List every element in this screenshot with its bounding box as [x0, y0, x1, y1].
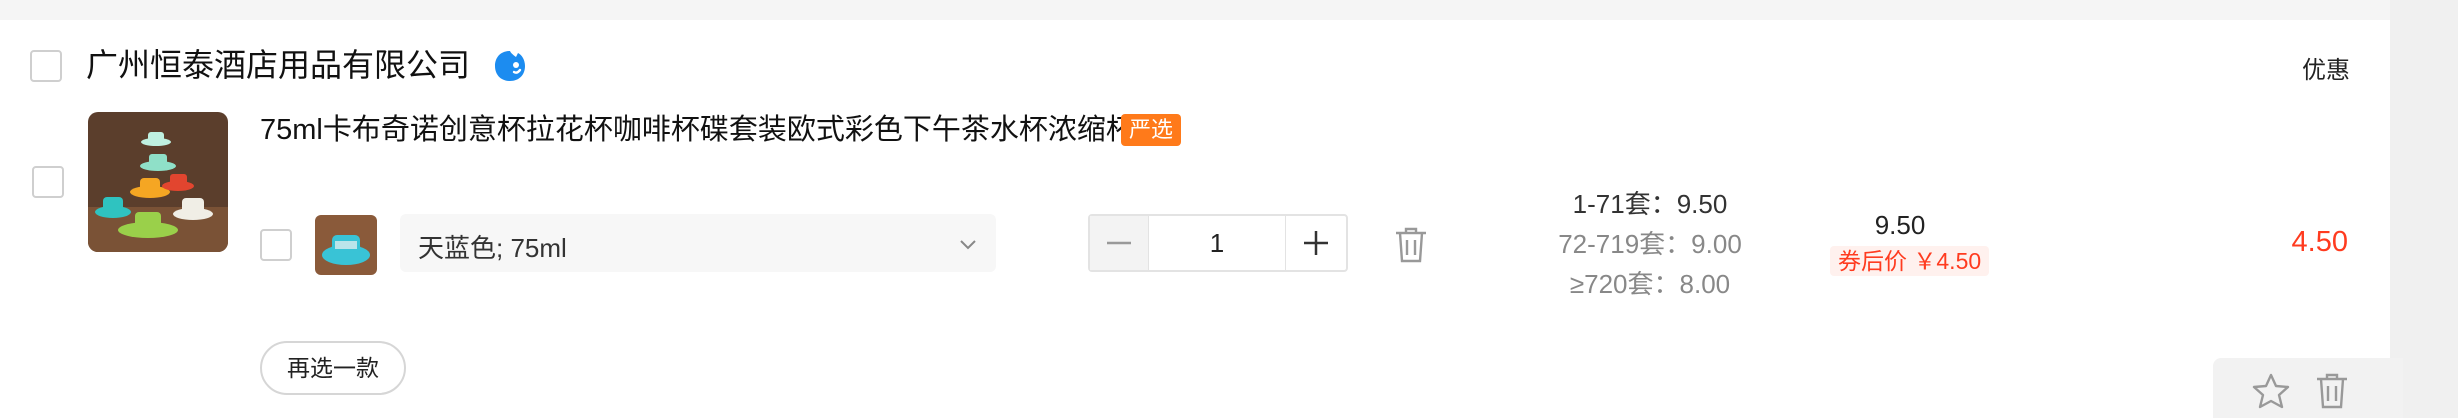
top-divider-strip	[0, 0, 2390, 20]
quantity-stepper[interactable]: 1	[1088, 214, 1348, 272]
chevron-down-icon	[960, 240, 976, 250]
sku-value: 天蓝色; 75ml	[418, 233, 567, 263]
quantity-input[interactable]: 1	[1150, 216, 1284, 270]
subtotal-price: 4.50	[2291, 226, 2348, 258]
tier-price: ≥720套：8.00	[1569, 269, 1731, 299]
right-panel-edge	[2390, 0, 2458, 418]
star-icon[interactable]	[2251, 372, 2291, 412]
tier-price: 1-71套：9.50	[1572, 189, 1728, 219]
unit-price: 9.50	[1874, 210, 1926, 240]
wangwang-chat-icon[interactable]	[492, 48, 528, 84]
coupon-price-tag: 券后价 ￥4.50	[1830, 246, 1990, 276]
minus-icon	[1107, 241, 1131, 245]
item-actions-bar	[2213, 358, 2403, 418]
plus-icon	[1304, 231, 1328, 255]
sku-select-checkbox[interactable]	[260, 229, 292, 261]
yanxuan-badge: 严选	[1121, 114, 1182, 146]
trash-icon[interactable]	[2315, 372, 2349, 410]
decrease-button[interactable]	[1090, 216, 1149, 270]
shop-name[interactable]: 广州恒泰酒店用品有限公司	[86, 45, 470, 85]
increase-button[interactable]	[1285, 216, 1346, 270]
tier-price: 72-719套：9.00	[1558, 229, 1742, 259]
product-title[interactable]: 75ml卡布奇诺创意杯拉花杯咖啡杯碟套装欧式彩色下午茶水杯浓缩杯	[260, 110, 1135, 150]
promo-label[interactable]: 优惠	[2302, 50, 2350, 85]
reselect-button[interactable]: 再选一款	[260, 341, 406, 395]
item-select-checkbox[interactable]	[32, 166, 64, 198]
product-thumbnail[interactable]	[88, 112, 228, 252]
sku-thumbnail	[315, 215, 377, 275]
trash-icon[interactable]	[1394, 226, 1428, 264]
shop-select-checkbox[interactable]	[30, 50, 62, 82]
sku-dropdown[interactable]: 天蓝色; 75ml	[400, 214, 996, 272]
